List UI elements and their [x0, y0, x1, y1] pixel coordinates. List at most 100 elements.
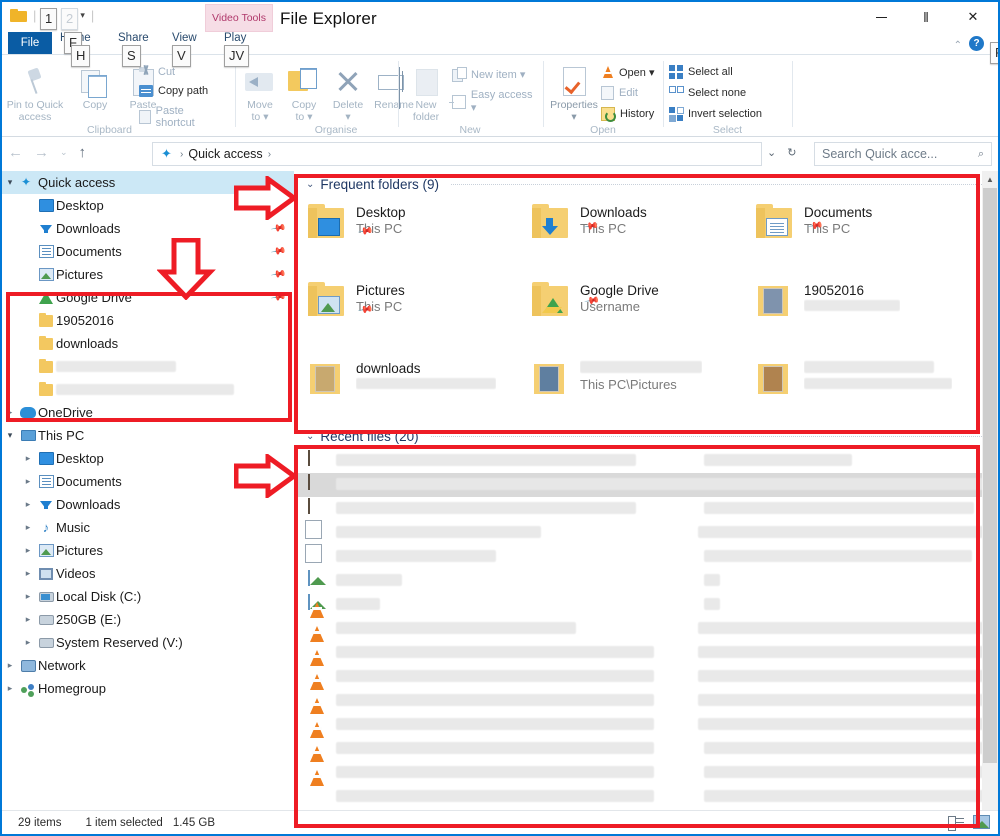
restore-button[interactable]: ‖ [904, 2, 950, 32]
recent-file-row[interactable] [294, 785, 998, 809]
expander-21[interactable]: ▸ [2, 660, 18, 671]
recent-file-row[interactable] [294, 473, 998, 497]
nav-item-music[interactable]: ▸ ♪ Music [2, 516, 294, 539]
tab-share[interactable]: Share [118, 32, 149, 44]
nav-item-250gb-e[interactable]: ▸ 250GB (E:) [2, 608, 294, 631]
invert-selection-button[interactable]: Invert selection [669, 107, 762, 121]
nav-item-desktop[interactable]: Desktop 📌 [2, 194, 294, 217]
frequent-folder-tile[interactable]: 19052016 [756, 281, 971, 331]
tab-view[interactable]: View [172, 32, 197, 44]
select-none-button[interactable]: Select none [669, 86, 746, 100]
explorer-icon[interactable] [10, 9, 27, 22]
frequent-folder-tile[interactable]: Google Drive Username 📌 [532, 281, 747, 331]
recent-file-row[interactable] [294, 689, 998, 713]
nav-item-downloads[interactable]: Downloads 📌 [2, 217, 294, 240]
nav-item-google-drive[interactable]: Google Drive 📌 [2, 286, 294, 309]
expander-16[interactable]: ▸ [20, 545, 36, 556]
easy-access-button[interactable]: Easy access ▾ [449, 89, 540, 114]
recent-file-row[interactable] [294, 713, 998, 737]
expander-13[interactable]: ▸ [20, 476, 36, 487]
recent-file-row[interactable] [294, 593, 998, 617]
open-button[interactable]: Open ▾ [601, 65, 655, 79]
edit-button[interactable]: Edit [601, 86, 638, 100]
nav-item-quick-access[interactable]: ▾ ✦ Quick access [2, 171, 294, 194]
help-button[interactable]: ? [969, 36, 984, 51]
recent-file-row[interactable] [294, 449, 998, 473]
delete-button[interactable]: Delete ▾ [324, 61, 372, 123]
nav-item-this-pc[interactable]: ▾ This PC [2, 424, 294, 447]
tab-play[interactable]: Play [224, 32, 246, 44]
frequent-folders-caret[interactable]: ⌄ [306, 179, 314, 190]
pin-indicator-icon[interactable]: 📌 [270, 243, 287, 259]
recent-locations-button[interactable]: ⌄ [60, 147, 68, 158]
breadcrumb-item-quick-access[interactable]: Quick access [188, 147, 262, 161]
nav-item-downloads[interactable]: ▸ Downloads [2, 493, 294, 516]
expander-11[interactable]: ▾ [2, 430, 18, 441]
move-to-button[interactable]: Move to ▾ [236, 61, 284, 123]
new-item-button[interactable]: New item ▾ [452, 67, 525, 82]
pin-indicator-icon[interactable]: 📌 [270, 220, 287, 236]
expander-12[interactable]: ▸ [20, 453, 36, 464]
expander-15[interactable]: ▸ [20, 522, 36, 533]
nav-item-local-disk-c[interactable]: ▸ Local Disk (C:) [2, 585, 294, 608]
nav-item-19052016[interactable]: 19052016 [2, 309, 294, 332]
frequent-folders-header[interactable]: ⌄ Frequent folders (9) [294, 171, 998, 197]
qat-customize-caret[interactable]: ▾ [80, 10, 85, 21]
expander-20[interactable]: ▸ [20, 637, 36, 648]
recent-file-row[interactable] [294, 569, 998, 593]
close-button[interactable]: ✕ [950, 2, 996, 32]
new-folder-button[interactable]: New folder [400, 61, 452, 123]
expander-22[interactable]: ▸ [2, 683, 18, 694]
details-view-icon[interactable] [948, 815, 964, 831]
scroll-up-arrow[interactable]: ▲ [982, 171, 998, 187]
frequent-folder-tile[interactable]: Pictures This PC 📌 [308, 281, 523, 331]
frequent-folder-tile[interactable]: Documents This PC 📌 [756, 203, 971, 253]
minimize-button[interactable] [858, 2, 904, 32]
nav-item-pictures[interactable]: ▸ Pictures [2, 539, 294, 562]
expander-17[interactable]: ▸ [20, 568, 36, 579]
recent-file-row[interactable] [294, 641, 998, 665]
thumbnail-view-icon[interactable] [973, 815, 990, 829]
recent-file-row[interactable] [294, 737, 998, 761]
pin-indicator-icon[interactable]: 📌 [270, 266, 287, 282]
nav-item-pictures[interactable]: Pictures 📌 [2, 263, 294, 286]
copy-to-button[interactable]: Copy to ▾ [280, 61, 328, 123]
nav-item-documents[interactable]: Documents 📌 [2, 240, 294, 263]
nav-item-onedrive[interactable]: ▸ OneDrive [2, 401, 294, 424]
expander-14[interactable]: ▸ [20, 499, 36, 510]
up-button[interactable]: ↑ [79, 144, 87, 161]
expander-18[interactable]: ▸ [20, 591, 36, 602]
breadcrumb-separator-1[interactable]: › [268, 149, 271, 160]
frequent-folder-tile[interactable] [756, 359, 971, 409]
recent-files-header[interactable]: ⌄ Recent files (20) [294, 423, 998, 449]
recent-files-caret[interactable]: ⌄ [306, 431, 314, 442]
forward-button[interactable]: → [34, 144, 49, 161]
pin-to-quick-access-button[interactable]: Pin to Quick access [4, 61, 66, 123]
expander-0[interactable]: ▾ [2, 177, 18, 188]
nav-item-redacted-8[interactable] [2, 355, 294, 378]
refresh-button[interactable]: ↻ [787, 146, 796, 159]
pin-indicator-icon[interactable]: 📌 [270, 289, 287, 305]
nav-item-redacted-9[interactable] [2, 378, 294, 401]
nav-item-videos[interactable]: ▸ Videos [2, 562, 294, 585]
navigation-pane[interactable]: ▾ ✦ Quick access Desktop 📌 Downloads 📌 Document… [2, 171, 294, 811]
recent-file-row[interactable] [294, 617, 998, 641]
nav-item-downloads[interactable]: downloads [2, 332, 294, 355]
frequent-folder-tile[interactable]: This PC\Pictures [532, 359, 747, 409]
properties-button[interactable]: Properties ▾ [545, 61, 603, 123]
recent-file-row[interactable] [294, 761, 998, 785]
frequent-folder-tile[interactable]: Downloads This PC 📌 [532, 203, 747, 253]
tab-file[interactable]: File [8, 32, 52, 54]
back-button[interactable]: ← [8, 144, 23, 161]
address-history-caret[interactable]: ⌄ [767, 146, 776, 159]
collapse-ribbon-button[interactable]: ⌃ [954, 40, 962, 51]
nav-item-homegroup[interactable]: ▸ Homegroup [2, 677, 294, 700]
expander-19[interactable]: ▸ [20, 614, 36, 625]
cut-button[interactable]: Cut [139, 65, 175, 79]
select-all-button[interactable]: Select all [669, 65, 733, 79]
recent-file-row[interactable] [294, 497, 998, 521]
recent-file-row[interactable] [294, 545, 998, 569]
search-input[interactable]: Search Quick acce... ⌕ [814, 142, 992, 166]
nav-item-network[interactable]: ▸ Network [2, 654, 294, 677]
recent-file-row[interactable] [294, 521, 998, 545]
